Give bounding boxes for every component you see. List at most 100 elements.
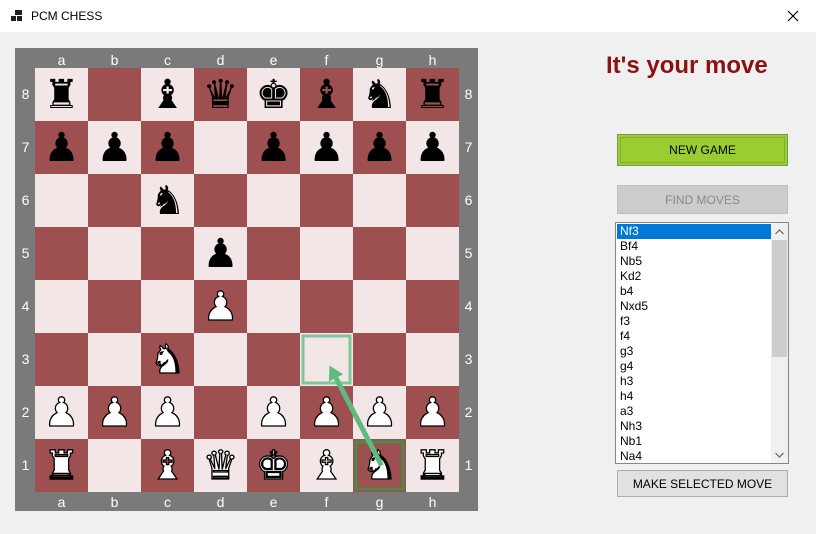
white-pawn-piece[interactable]: ♟ [300,386,353,439]
black-queen-piece[interactable]: ♛ [194,68,247,121]
move-list-item[interactable]: Na4 [617,449,771,463]
black-bishop-piece[interactable]: ♝ [141,68,194,121]
black-king-piece[interactable]: ♚ [247,68,300,121]
status-message: It's your move [606,52,768,79]
black-knight-piece[interactable]: ♞ [353,68,406,121]
square-b3[interactable] [88,333,141,386]
white-pawn-piece[interactable]: ♟ [141,386,194,439]
black-pawn-piece[interactable]: ♟ [300,121,353,174]
find-moves-button[interactable]: FIND MOVES [617,185,788,214]
move-list-item[interactable]: Nf3 [617,224,771,239]
square-e5[interactable] [247,227,300,280]
move-list-item[interactable]: Bf4 [617,239,771,254]
square-a5[interactable] [35,227,88,280]
rank-label-7: 7 [464,139,473,155]
move-list-item[interactable]: a3 [617,404,771,419]
file-label-a: a [57,52,66,68]
app-window-icon [11,10,23,22]
black-pawn-piece[interactable]: ♟ [88,121,141,174]
square-f6[interactable] [300,174,353,227]
black-rook-piece[interactable]: ♜ [35,68,88,121]
white-pawn-piece[interactable]: ♟ [353,386,406,439]
square-b8[interactable] [88,68,141,121]
white-queen-piece[interactable]: ♛ [194,439,247,492]
black-pawn-piece[interactable]: ♟ [194,227,247,280]
moves-scrollbar[interactable] [771,223,788,463]
square-c4[interactable] [141,280,194,333]
white-bishop-piece[interactable]: ♝ [300,439,353,492]
file-label-b: b [110,494,119,510]
square-e4[interactable] [247,280,300,333]
white-king-piece[interactable]: ♚ [247,439,300,492]
square-d6[interactable] [194,174,247,227]
scroll-thumb[interactable] [772,240,787,357]
square-h6[interactable] [406,174,459,227]
square-c5[interactable] [141,227,194,280]
black-pawn-piece[interactable]: ♟ [35,121,88,174]
black-pawn-piece[interactable]: ♟ [406,121,459,174]
move-list-item[interactable]: h4 [617,389,771,404]
square-g3[interactable] [353,333,406,386]
chevron-down-icon [775,452,784,458]
white-pawn-piece[interactable]: ♟ [194,280,247,333]
white-knight-piece[interactable]: ♞ [141,333,194,386]
move-list-item[interactable]: h3 [617,374,771,389]
move-list-item[interactable]: b4 [617,284,771,299]
move-list-item[interactable]: f4 [617,329,771,344]
white-pawn-piece[interactable]: ♟ [247,386,300,439]
white-pawn-piece[interactable]: ♟ [88,386,141,439]
white-rook-piece[interactable]: ♜ [35,439,88,492]
square-g6[interactable] [353,174,406,227]
chess-board[interactable]: ♜ ♝ ♛ ♚ ♝ ♞ ♜ ♟ ♟ ♟ ♟ ♟ ♟ ♟ ♞ ♟ ♟ ♞ ♟ ♟ ♟ ♟ ♟ ♟ ♟ ♜ ♝ ♛ ♚ ♝ ♞ ♜ [35,68,459,492]
move-list-item[interactable]: Kd2 [617,269,771,284]
square-f5[interactable] [300,227,353,280]
white-pawn-piece[interactable]: ♟ [406,386,459,439]
square-b5[interactable] [88,227,141,280]
square-h4[interactable] [406,280,459,333]
rank-label-5: 5 [21,245,30,261]
scroll-up-button[interactable] [771,223,788,240]
move-list-item[interactable]: Nb5 [617,254,771,269]
square-b1[interactable] [88,439,141,492]
move-list-item[interactable]: Nxd5 [617,299,771,314]
square-h3[interactable] [406,333,459,386]
make-selected-move-button[interactable]: MAKE SELECTED MOVE [617,470,788,497]
white-pawn-piece[interactable]: ♟ [35,386,88,439]
black-pawn-piece[interactable]: ♟ [247,121,300,174]
black-pawn-piece[interactable]: ♟ [141,121,194,174]
black-pawn-piece[interactable]: ♟ [353,121,406,174]
square-b6[interactable] [88,174,141,227]
moves-listbox[interactable]: Nf3 Bf4 Nb5 Kd2 b4 Nxd5 f3 f4 g3 g4 h3 h4 a3 Nh3 Nb1 Na… [615,222,789,464]
square-h5[interactable] [406,227,459,280]
square-e3[interactable] [247,333,300,386]
move-list-item[interactable]: Nb1 [617,434,771,449]
square-e6[interactable] [247,174,300,227]
square-d2[interactable] [194,386,247,439]
new-game-button[interactable]: NEW GAME [617,134,788,166]
square-b4[interactable] [88,280,141,333]
white-rook-piece[interactable]: ♜ [406,439,459,492]
move-list-item[interactable]: g4 [617,359,771,374]
white-bishop-piece[interactable]: ♝ [141,439,194,492]
move-list-item[interactable]: f3 [617,314,771,329]
square-f3[interactable] [300,333,353,386]
square-g4[interactable] [353,280,406,333]
black-rook-piece[interactable]: ♜ [406,68,459,121]
square-d7[interactable] [194,121,247,174]
black-bishop-piece[interactable]: ♝ [300,68,353,121]
close-button[interactable] [770,0,816,32]
square-d3[interactable] [194,333,247,386]
square-f4[interactable] [300,280,353,333]
square-g5[interactable] [353,227,406,280]
square-a6[interactable] [35,174,88,227]
move-list-item[interactable]: g3 [617,344,771,359]
scroll-down-button[interactable] [771,446,788,463]
file-label-a: a [57,494,66,510]
black-knight-piece[interactable]: ♞ [141,174,194,227]
white-knight-piece[interactable]: ♞ [353,439,406,492]
file-label-c: c [164,52,171,68]
square-a3[interactable] [35,333,88,386]
move-list-item[interactable]: Nh3 [617,419,771,434]
square-a4[interactable] [35,280,88,333]
find-moves-label: FIND MOVES [665,192,740,207]
